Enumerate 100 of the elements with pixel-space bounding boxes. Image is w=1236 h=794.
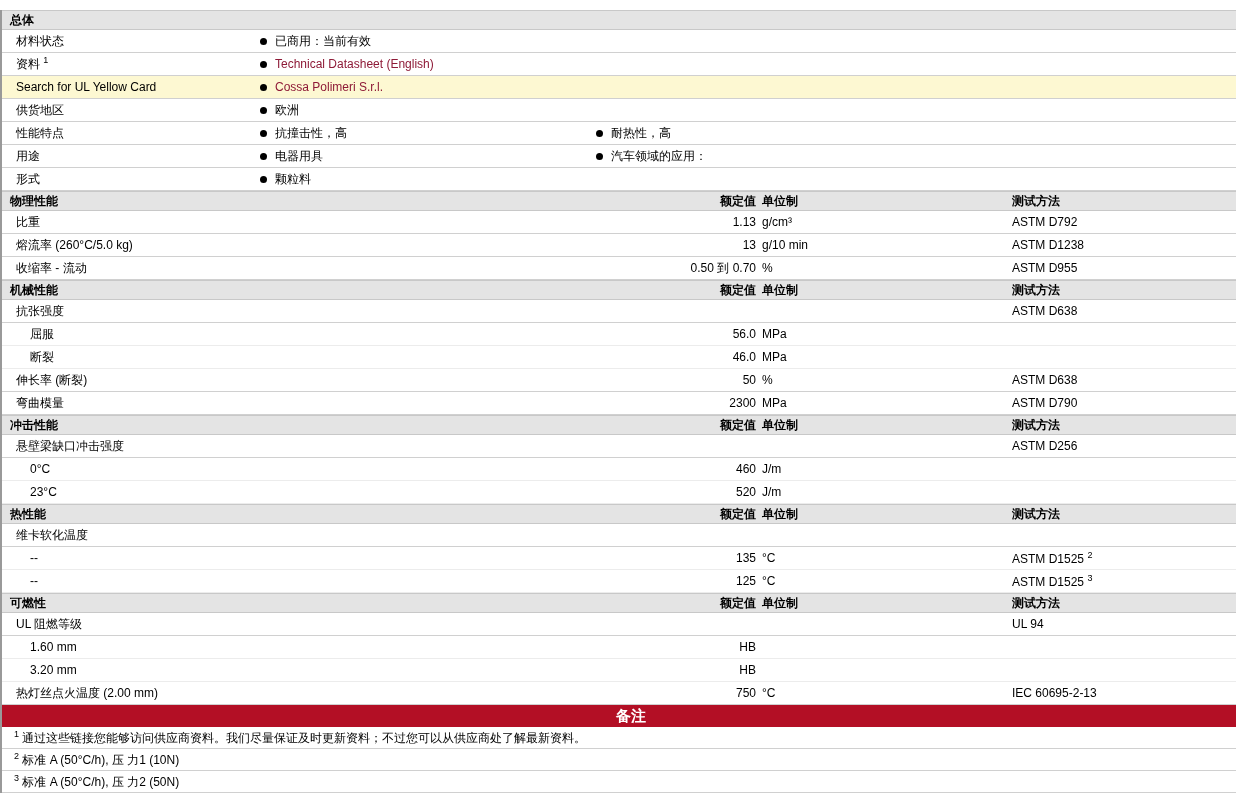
property-value: 135 xyxy=(735,551,756,565)
column-header: 额定值 xyxy=(720,193,756,208)
test-method: ASTM D638 xyxy=(1012,304,1078,318)
column-header: 单位制 xyxy=(762,595,798,610)
property-value: 520 xyxy=(735,485,756,499)
test-method: ASTM D790 xyxy=(1012,396,1078,410)
property-value: 56.0 xyxy=(732,327,756,341)
column-header: 额定值 xyxy=(720,595,756,610)
property-value: 50 xyxy=(742,373,756,387)
bullet-icon xyxy=(260,129,267,137)
info-value: 已商用：当前有效 xyxy=(275,32,371,50)
column-header: 额定值 xyxy=(720,506,756,521)
property-name: 比重 xyxy=(16,214,40,229)
test-method: ASTM D256 xyxy=(1012,439,1078,453)
column-header: 测试方法 xyxy=(1012,282,1060,297)
property-name: 0°C xyxy=(30,462,51,476)
property-unit: °C xyxy=(762,574,776,588)
column-header: 单位制 xyxy=(762,417,798,432)
bullet-icon xyxy=(260,152,267,160)
property-unit: % xyxy=(762,261,773,275)
property-name: 悬壁梁缺口冲击强度 xyxy=(16,438,124,453)
bullet-icon xyxy=(596,129,603,137)
test-method: IEC 60695-2-13 xyxy=(1012,686,1097,700)
info-label: 供货地区 xyxy=(15,101,65,119)
bullet-icon xyxy=(260,106,267,114)
property-unit: g/cm³ xyxy=(762,215,792,229)
property-value: HB xyxy=(739,640,756,654)
property-name: UL 阻燃等级 xyxy=(16,616,83,631)
footnote: $^{1}$ 通过这些链接您能够访问供应商资料。我们尽量保证及时更新资料；不过您可以从供应商处了解最新资料。 xyxy=(14,728,587,747)
property-name: -- xyxy=(30,551,38,565)
bullet-icon xyxy=(260,175,267,183)
section-title: 冲击性能 xyxy=(9,416,59,434)
property-name: 抗张强度 xyxy=(16,303,64,318)
test-method: UL 94 xyxy=(1012,617,1044,631)
property-value: 2300 xyxy=(729,396,756,410)
column-header: 测试方法 xyxy=(1012,193,1060,208)
column-header: 额定值 xyxy=(720,282,756,297)
property-name: 维卡软化温度 xyxy=(16,527,88,542)
info-value: 电器用具 xyxy=(275,147,323,165)
column-header: 单位制 xyxy=(762,193,798,208)
property-unit: g/10 min xyxy=(762,238,809,252)
property-value: 1.13 xyxy=(732,215,756,229)
property-name: -- xyxy=(30,574,38,588)
column-header: 单位制 xyxy=(762,506,798,521)
column-header: 单位制 xyxy=(762,282,798,297)
info-label: 用途 xyxy=(15,147,41,165)
test-method: ASTM D1525 $^{3}$ xyxy=(1012,575,1093,589)
property-value: 13 xyxy=(742,238,756,252)
test-method: ASTM D1525 $^{2}$ xyxy=(1012,552,1093,566)
info-value: 汽车领域的应用： xyxy=(611,147,707,165)
info-value: 抗撞击性，高 xyxy=(275,124,347,142)
footnote: $^{2}$ 标准 A (50°C/h), 压 力1 (10N) xyxy=(14,750,180,769)
property-name: 断裂 xyxy=(30,349,54,364)
info-value: 耐热性，高 xyxy=(611,124,671,142)
datasheet-link[interactable]: Technical Datasheet (English) xyxy=(275,57,434,71)
property-name: 屈服 xyxy=(30,326,54,341)
test-method: ASTM D792 xyxy=(1012,215,1078,229)
info-label: 形式 xyxy=(15,170,41,188)
property-value: 46.0 xyxy=(732,350,756,364)
property-unit: °C xyxy=(762,551,776,565)
property-unit: MPa xyxy=(762,396,787,410)
property-name: 收缩率 - 流动 xyxy=(16,260,87,275)
bullet-icon xyxy=(260,60,267,68)
property-name: 熔流率 (260°C/5.0 kg) xyxy=(16,237,133,252)
test-method: ASTM D1238 xyxy=(1012,238,1085,252)
property-unit: % xyxy=(762,373,773,387)
info-value: 欧洲 xyxy=(275,101,299,119)
bullet-icon xyxy=(260,83,267,91)
test-method: ASTM D955 xyxy=(1012,261,1078,275)
property-value: 0.50 到 0.70 xyxy=(690,260,756,275)
property-unit: J/m xyxy=(762,462,782,476)
property-name: 弯曲模量 xyxy=(16,395,64,410)
info-label: Search for UL Yellow Card xyxy=(15,80,158,94)
property-name: 23°C xyxy=(30,485,57,499)
property-unit: MPa xyxy=(762,327,787,341)
section-title: 机械性能 xyxy=(9,281,59,299)
section-title: 热性能 xyxy=(9,505,47,523)
property-name: 3.20 mm xyxy=(30,663,77,677)
property-name: 1.60 mm xyxy=(30,640,77,654)
property-name: 热灯丝点火温度 (2.00 mm) xyxy=(16,685,158,700)
info-label: 资料 $^{1}$ xyxy=(15,55,50,73)
property-value: 750 xyxy=(735,686,756,700)
property-unit: J/m xyxy=(762,485,782,499)
info-label: 性能特点 xyxy=(15,124,65,142)
property-unit: MPa xyxy=(762,350,787,364)
section-title: 总体 xyxy=(8,11,35,29)
bullet-icon xyxy=(260,37,267,45)
property-value: 460 xyxy=(735,462,756,476)
bullet-icon xyxy=(596,152,603,160)
property-name: 伸长率 (断裂) xyxy=(16,372,88,387)
footnote: $^{3}$ 标准 A (50°C/h), 压 力2 (50N) xyxy=(14,772,180,791)
column-header: 测试方法 xyxy=(1012,417,1060,432)
datasheet-link[interactable]: Cossa Polimeri S.r.l. xyxy=(275,80,384,94)
notes-header: 备注 xyxy=(2,705,1236,727)
column-header: 测试方法 xyxy=(1012,506,1060,521)
column-header: 测试方法 xyxy=(1012,595,1060,610)
info-value: 颗粒料 xyxy=(275,170,311,188)
section-title: 物理性能 xyxy=(9,192,59,210)
test-method: ASTM D638 xyxy=(1012,373,1078,387)
property-unit: °C xyxy=(762,686,776,700)
